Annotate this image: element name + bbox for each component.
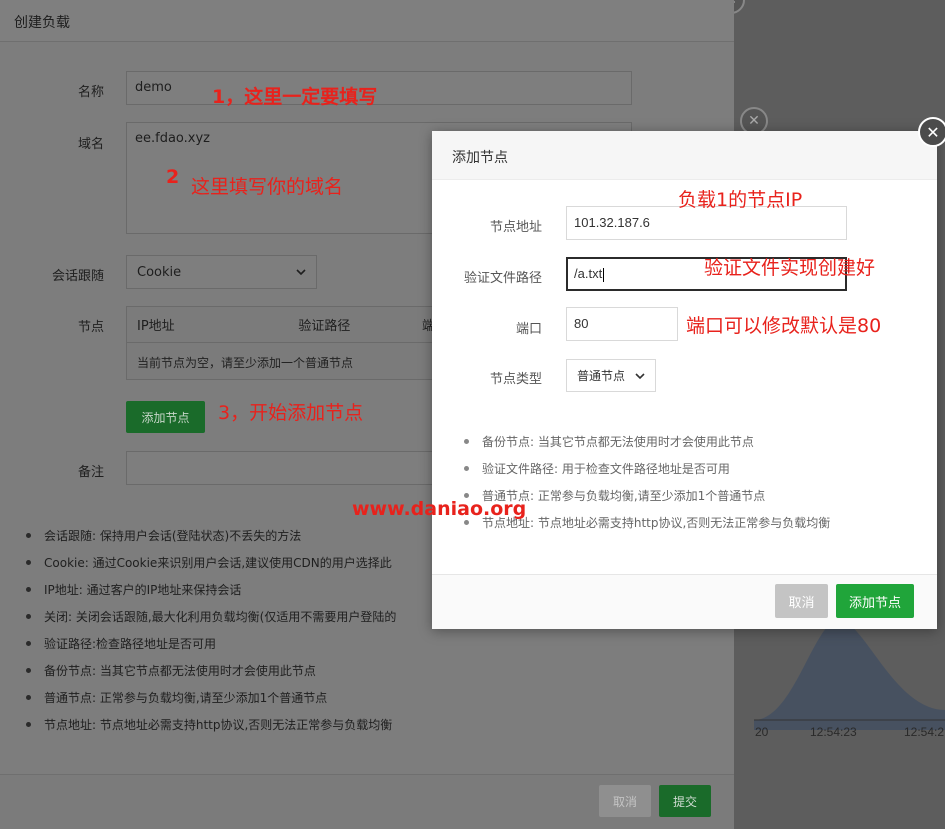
port-label: 端口 (515, 322, 542, 337)
column-header: 验证路径 (298, 319, 351, 334)
chevron-down-icon (635, 372, 645, 379)
node-address-value: 101.32.187.6 (574, 215, 650, 230)
session-label: 会话跟随 (51, 269, 104, 284)
name-input[interactable]: demo (126, 71, 632, 105)
modal-cancel-button[interactable]: 取消 (775, 584, 828, 618)
tip-item: 节点地址: 节点地址必需支持http协议,否则无法正常参与负载均衡 (24, 716, 396, 743)
tip-item: 会话跟随: 保持用户会话(登陆状态)不丢失的方法 (24, 527, 396, 554)
dialog-title: 创建负载 (0, 0, 734, 42)
bg-tick-label: 12:54:23 (810, 725, 857, 739)
name-label: 名称 (77, 85, 104, 100)
node-type-value: 普通节点 (577, 369, 626, 383)
session-select[interactable]: Cookie (126, 255, 317, 289)
annotation-port: 端口可以修改默认是80 (686, 315, 882, 337)
remark-input[interactable] (126, 451, 436, 485)
node-table-header: IP地址 验证路径 端 (127, 307, 435, 343)
domain-label: 域名 (77, 137, 104, 152)
tip-item: 普通节点: 正常参与负载均衡,请至少添加1个普通节点 (24, 689, 396, 716)
port-value: 80 (574, 316, 589, 331)
node-type-label: 节点类型 (489, 372, 542, 387)
annotation-add-node: 3，开始添加节点 (218, 402, 364, 424)
help-tips: 会话跟随: 保持用户会话(登陆状态)不丢失的方法 Cookie: 通过Cooki… (24, 527, 396, 743)
text-caret (603, 267, 605, 282)
name-value: demo (135, 80, 172, 95)
verify-path-value: /a.txt (574, 266, 603, 281)
annotation-name: 1，这里一定要填写 (212, 86, 378, 108)
session-value: Cookie (137, 264, 182, 280)
tip-item: 关闭: 关闭会话跟随,最大化利用负载均衡(仅适用不需要用户登陆的 (24, 608, 396, 635)
node-empty-text: 当前节点为空，请至少添加一个普通节点 (137, 356, 354, 370)
bg-tick-label: 20 (755, 725, 769, 739)
submit-button[interactable]: 提交 (659, 785, 711, 817)
modal-help-tips: 备份节点: 当其它节点都无法使用时才会使用此节点 验证文件路径: 用于检查文件路… (462, 433, 830, 541)
annotation-domain-number: 2 (166, 166, 180, 188)
tip-item: 备份节点: 当其它节点都无法使用时才会使用此节点 (24, 662, 396, 689)
chevron-down-icon (296, 269, 306, 276)
modal-add-node-button[interactable]: 添加节点 (836, 584, 914, 618)
modal-title: 添加节点 (432, 131, 937, 180)
annotation-node-ip: 负载1的节点IP (678, 189, 803, 211)
remark-label: 备注 (77, 465, 104, 480)
domain-value: ee.fdao.xyz (135, 131, 210, 146)
add-node-button[interactable]: 添加节点 (126, 401, 205, 433)
annotation-verify-file: 验证文件实现创建好 (704, 257, 876, 279)
tip-item: 备份节点: 当其它节点都无法使用时才会使用此节点 (462, 433, 830, 460)
node-table: IP地址 验证路径 端 当前节点为空，请至少添加一个普通节点 (126, 306, 436, 380)
tip-item: IP地址: 通过客户的IP地址来保持会话 (24, 581, 396, 608)
tip-item: 验证路径:检查路径地址是否可用 (24, 635, 396, 662)
cancel-button[interactable]: 取消 (599, 785, 651, 817)
node-address-label: 节点地址 (489, 220, 542, 235)
watermark-text: www.daniao.org (352, 498, 527, 520)
node-type-select[interactable]: 普通节点 (566, 359, 656, 392)
verify-path-label: 验证文件路径 (463, 271, 542, 286)
column-header: IP地址 (137, 319, 175, 334)
tip-item: Cookie: 通过Cookie来识别用户会话,建议使用CDN的用户选择此 (24, 554, 396, 581)
bg-tick-label: 12:54:2 (904, 725, 945, 739)
node-label: 节点 (77, 320, 104, 335)
tip-item: 验证文件路径: 用于检查文件路径地址是否可用 (462, 460, 830, 487)
port-input[interactable]: 80 (566, 307, 678, 341)
close-icon[interactable]: ✕ (918, 117, 945, 147)
annotation-domain: 这里填写你的域名 (191, 176, 344, 198)
